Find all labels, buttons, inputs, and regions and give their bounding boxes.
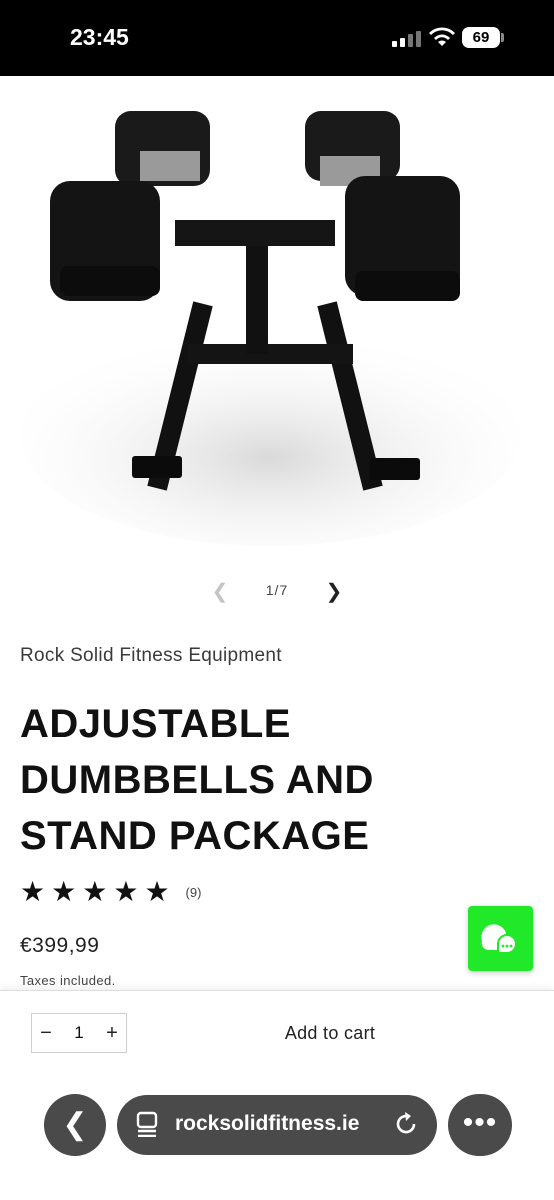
- product-price: €399,99: [20, 934, 100, 957]
- rating[interactable]: ★ ★ ★ ★ ★ (9): [20, 876, 201, 908]
- rating-count: (9): [185, 884, 202, 900]
- quantity-decrease-button[interactable]: −: [32, 1014, 60, 1052]
- gallery-counter: 1/7: [265, 582, 289, 598]
- battery-tip: [501, 33, 504, 42]
- address-bar[interactable]: rocksolidfitness.ie: [117, 1095, 437, 1155]
- tax-note: Taxes included.: [20, 973, 116, 988]
- status-time: 23:45: [70, 24, 129, 50]
- battery-icon: 69: [462, 27, 500, 48]
- star-icon: ★: [82, 876, 108, 907]
- product-title: ADJUSTABLE DUMBBELLS AND STAND PACKAGE: [20, 702, 374, 858]
- buy-bar: − 1 + Add to cart: [0, 990, 554, 1073]
- quantity-stepper: − 1 +: [31, 1013, 127, 1053]
- wifi-icon: [429, 27, 455, 46]
- signal-icon: [392, 31, 421, 47]
- more-dots-icon[interactable]: •••: [448, 1094, 512, 1156]
- reload-icon[interactable]: [393, 1111, 419, 1137]
- star-icon: ★: [144, 876, 170, 907]
- add-to-cart-button[interactable]: Add to cart: [230, 1013, 430, 1053]
- star-icon: ★: [20, 876, 46, 907]
- gallery-nav: ❮ 1/7 ❯: [0, 576, 554, 608]
- chat-bubble-icon: [481, 924, 518, 954]
- chevron-right-icon[interactable]: ❯: [320, 578, 348, 606]
- browser-toolbar: ❮ rocksolidfitness.ie •••: [0, 1072, 554, 1200]
- product-image[interactable]: [20, 86, 534, 548]
- star-icon: ★: [113, 876, 139, 907]
- quantity-value[interactable]: 1: [74, 1023, 83, 1043]
- quantity-increase-button[interactable]: +: [98, 1014, 126, 1052]
- back-arrow-icon[interactable]: ❮: [44, 1094, 106, 1156]
- page-icon: [136, 1111, 158, 1137]
- star-icon: ★: [51, 876, 77, 907]
- status-bar: 23:45 69: [0, 0, 554, 76]
- vendor-name: Rock Solid Fitness Equipment: [20, 645, 282, 666]
- chat-button[interactable]: [468, 906, 533, 971]
- chevron-left-icon[interactable]: ❮: [206, 578, 234, 606]
- url-text: rocksolidfitness.ie: [175, 1112, 360, 1135]
